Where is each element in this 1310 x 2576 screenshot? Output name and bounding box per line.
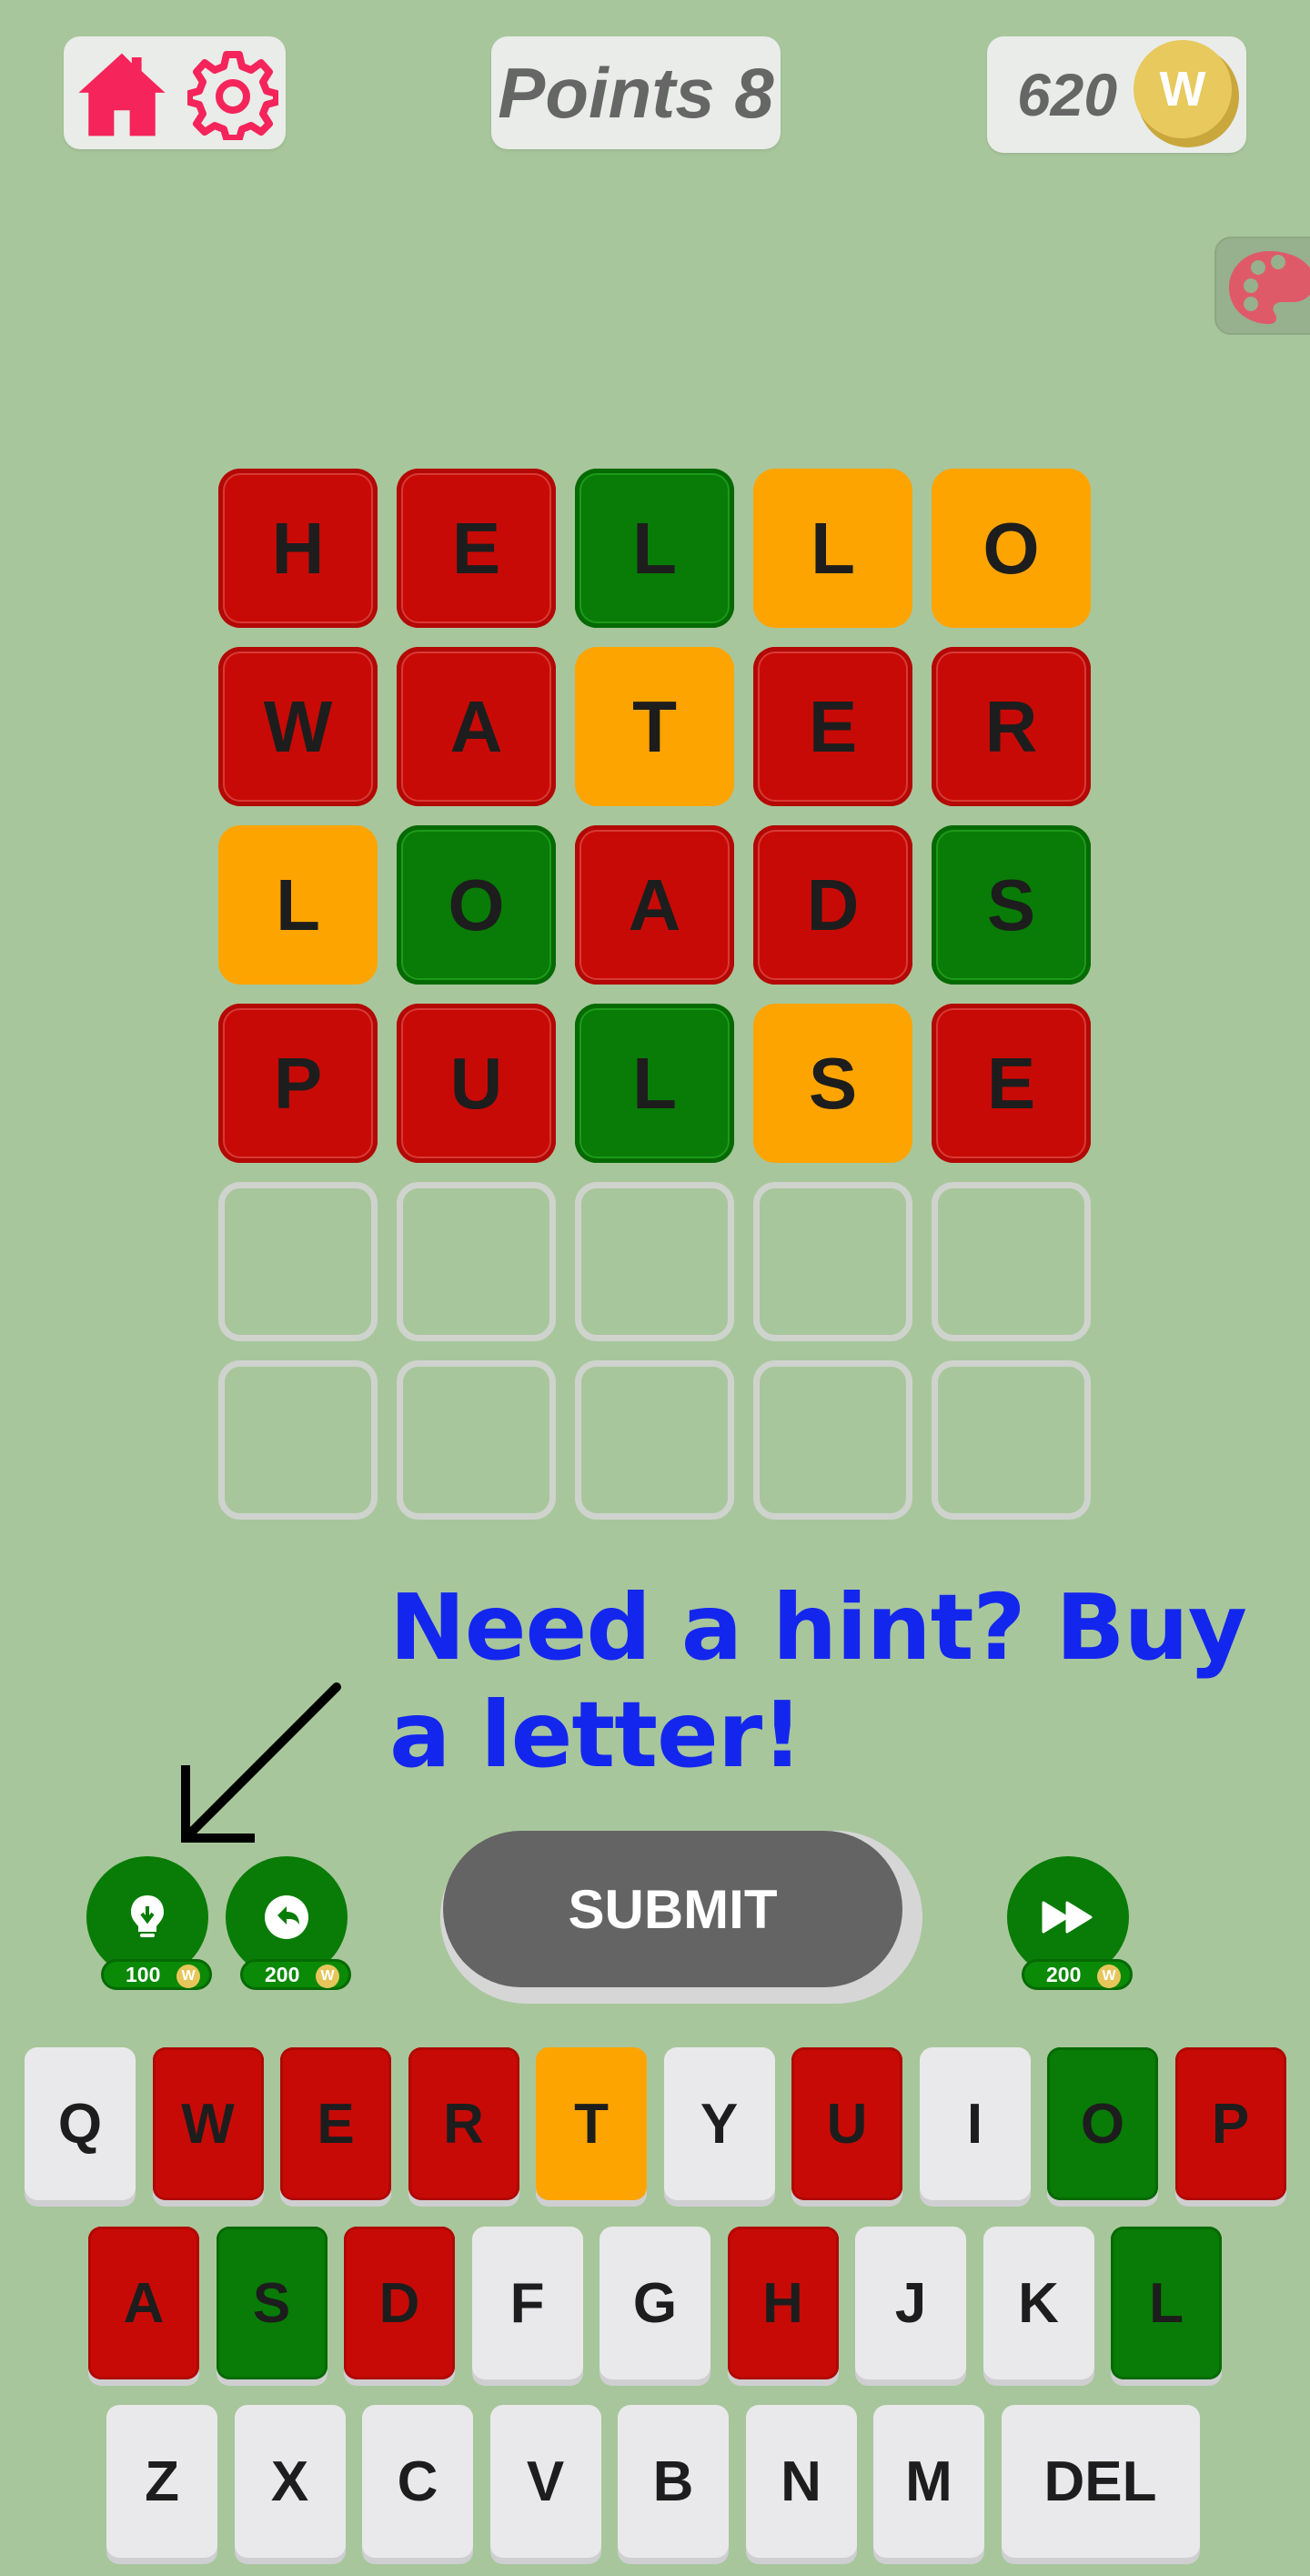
letter-tile: O bbox=[397, 825, 556, 985]
key-a[interactable]: A bbox=[88, 2227, 199, 2379]
key-n[interactable]: N bbox=[745, 2405, 857, 2558]
letter-tile: L bbox=[575, 1004, 734, 1163]
key-i[interactable]: I bbox=[919, 2047, 1031, 2200]
letter-tile: L bbox=[753, 469, 912, 628]
key-z[interactable]: Z bbox=[106, 2405, 217, 2558]
key-h[interactable]: H bbox=[727, 2227, 839, 2379]
points-panel: Points 8 bbox=[491, 36, 781, 149]
key-x[interactable]: X bbox=[234, 2405, 346, 2558]
buy-letter-button[interactable]: 100 W bbox=[86, 1856, 214, 1993]
arrow-icon bbox=[181, 1682, 341, 1843]
key-b[interactable]: B bbox=[618, 2405, 729, 2558]
key-r[interactable]: R bbox=[408, 2047, 519, 2200]
letter-tile: E bbox=[397, 469, 556, 628]
empty-tile bbox=[932, 1182, 1091, 1341]
coins-panel: 620 W bbox=[987, 36, 1246, 153]
letter-tile: S bbox=[753, 1004, 912, 1163]
lightbulb-icon bbox=[131, 1895, 164, 1937]
delete-key[interactable]: DEL bbox=[1001, 2405, 1200, 2558]
letter-tile: A bbox=[575, 825, 734, 985]
letter-tile: R bbox=[932, 647, 1091, 806]
undo-icon bbox=[265, 1895, 308, 1939]
letter-tile: E bbox=[753, 647, 912, 806]
letter-tile: D bbox=[753, 825, 912, 985]
key-f[interactable]: F bbox=[471, 2227, 583, 2379]
coin-icon: W bbox=[1134, 40, 1239, 147]
empty-tile bbox=[218, 1360, 378, 1520]
letter-tile: L bbox=[575, 469, 734, 628]
empty-tile bbox=[932, 1360, 1091, 1520]
coin-icon: W bbox=[316, 1965, 339, 1988]
coin-icon: W bbox=[176, 1965, 200, 1988]
letter-tile: S bbox=[932, 825, 1091, 985]
key-o[interactable]: O bbox=[1047, 2047, 1158, 2200]
points-label: Points 8 bbox=[498, 52, 774, 133]
key-k[interactable]: K bbox=[982, 2227, 1094, 2379]
skip-button[interactable]: 200 W bbox=[1007, 1856, 1134, 1993]
letter-tile: E bbox=[932, 1004, 1091, 1163]
key-w[interactable]: W bbox=[152, 2047, 264, 2200]
empty-tile bbox=[397, 1182, 556, 1341]
coin-symbol: W bbox=[1160, 62, 1206, 116]
home-icon[interactable] bbox=[73, 45, 171, 144]
gear-icon[interactable] bbox=[187, 49, 278, 140]
empty-tile bbox=[753, 1182, 912, 1341]
empty-tile bbox=[397, 1360, 556, 1520]
key-g[interactable]: G bbox=[600, 2227, 710, 2379]
empty-tile bbox=[575, 1360, 734, 1520]
key-v[interactable]: V bbox=[489, 2405, 601, 2558]
key-e[interactable]: E bbox=[280, 2047, 391, 2200]
key-q[interactable]: Q bbox=[25, 2047, 136, 2200]
key-p[interactable]: P bbox=[1174, 2047, 1286, 2200]
nav-panel bbox=[64, 36, 286, 149]
hint-price: 100 bbox=[126, 1963, 161, 1986]
theme-palette-button[interactable] bbox=[1214, 237, 1310, 335]
letter-tile: P bbox=[218, 1004, 378, 1163]
fast-forward-icon bbox=[1042, 1901, 1093, 1934]
key-j[interactable]: J bbox=[855, 2227, 966, 2379]
skip-price-badge: 200 W bbox=[1022, 1959, 1133, 1990]
skip-price: 200 bbox=[1046, 1963, 1082, 1986]
key-d[interactable]: D bbox=[344, 2227, 455, 2379]
key-u[interactable]: U bbox=[791, 2047, 902, 2200]
letter-tile: T bbox=[575, 647, 734, 806]
letter-tile: O bbox=[932, 469, 1091, 628]
hint-message: Need a hint? Buy a letter! bbox=[389, 1574, 1247, 1788]
key-t[interactable]: T bbox=[536, 2047, 647, 2200]
coin-count: 620 bbox=[1016, 61, 1118, 128]
key-l[interactable]: L bbox=[1111, 2227, 1222, 2379]
key-m[interactable]: M bbox=[873, 2405, 984, 2558]
undo-price: 200 bbox=[265, 1963, 300, 1986]
key-s[interactable]: S bbox=[216, 2227, 328, 2379]
letter-tile: H bbox=[218, 469, 378, 628]
empty-tile bbox=[575, 1182, 734, 1341]
hint-price-badge: 100 W bbox=[101, 1959, 212, 1990]
letter-tile: L bbox=[218, 825, 378, 985]
undo-button[interactable]: 200 W bbox=[226, 1856, 353, 1993]
coin-icon: W bbox=[1097, 1965, 1121, 1988]
key-y[interactable]: Y bbox=[663, 2047, 775, 2200]
letter-grid: HELLOWATERLOADSPULSE bbox=[218, 469, 1093, 1520]
letter-tile: W bbox=[218, 647, 378, 806]
empty-tile bbox=[218, 1182, 378, 1341]
palette-icon bbox=[1229, 251, 1310, 324]
empty-tile bbox=[753, 1360, 912, 1520]
submit-button[interactable]: SUBMIT bbox=[443, 1831, 902, 1987]
letter-tile: A bbox=[397, 647, 556, 806]
undo-price-badge: 200 W bbox=[240, 1959, 351, 1990]
key-c[interactable]: C bbox=[362, 2405, 473, 2558]
letter-tile: U bbox=[397, 1004, 556, 1163]
